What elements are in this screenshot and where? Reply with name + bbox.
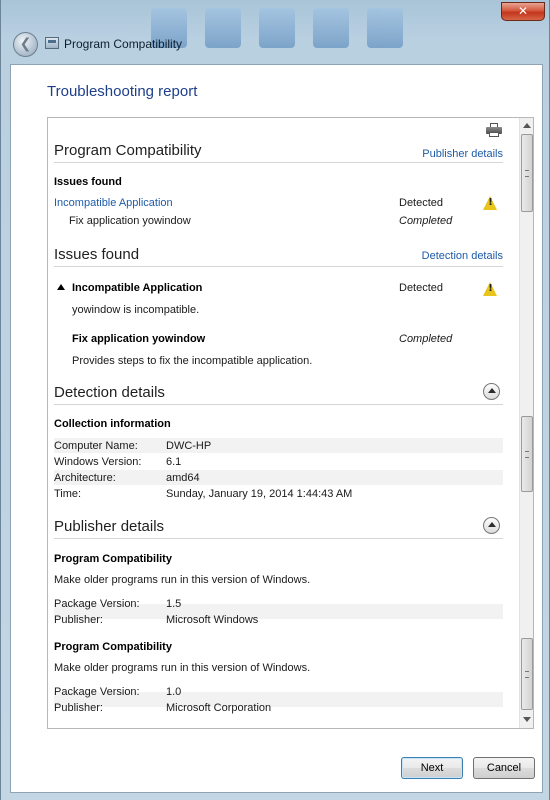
table-row-shade	[54, 470, 503, 485]
detail-label: Time:	[54, 488, 82, 500]
warning-icon	[483, 282, 498, 296]
detail-value: Sunday, January 19, 2014 1:44:43 AM	[166, 488, 353, 500]
issue-description: yowindow is incompatible.	[72, 304, 200, 316]
summary-status-completed: Completed	[399, 215, 453, 227]
next-button[interactable]: Next	[401, 757, 463, 779]
window-title: Program Compatibility	[64, 37, 183, 51]
section-divider	[54, 266, 503, 267]
package-version-value: 1.5	[166, 598, 182, 610]
expand-collapse-arrow-icon[interactable]	[57, 284, 65, 290]
detection-details-link[interactable]: Detection details	[422, 250, 503, 262]
issue-status: Detected	[399, 282, 444, 294]
cancel-button[interactable]: Cancel	[473, 757, 535, 779]
detection-section-title: Detection details	[54, 384, 165, 401]
scroll-up-arrow-icon[interactable]	[520, 118, 533, 134]
wizard-content: Troubleshooting report Program Compatibi…	[10, 64, 543, 793]
window-close-button[interactable]: ✕	[501, 2, 545, 21]
detail-label: Computer Name:	[54, 440, 138, 452]
scrollbar-thumb[interactable]	[521, 416, 533, 492]
warning-icon	[483, 196, 498, 210]
publisher-entry-description: Make older programs run in this version …	[54, 662, 311, 674]
summary-status-detected: Detected	[399, 197, 444, 209]
back-arrow-icon[interactable]: ❮	[13, 32, 38, 57]
publisher-section-title: Publisher details	[54, 518, 165, 535]
detail-value: DWC-HP	[166, 440, 212, 452]
publisher-entry-name: Program Compatibility	[54, 641, 172, 653]
publisher-details-link[interactable]: Publisher details	[422, 148, 503, 160]
troubleshooting-report-pane[interactable]: Program Compatibility Publisher details …	[47, 117, 534, 729]
vertical-scrollbar[interactable]	[519, 118, 533, 728]
issue-name: Incompatible Application	[72, 282, 203, 294]
scroll-down-arrow-icon[interactable]	[520, 712, 533, 728]
fix-status: Completed	[399, 333, 453, 345]
fix-name: Fix application yowindow	[72, 333, 206, 345]
window-frame: ✕ ❮ Program Compatibility Troubleshootin…	[0, 0, 550, 800]
issues-section-title: Issues found	[54, 246, 140, 263]
print-icon[interactable]	[486, 123, 502, 137]
publisher-label: Publisher:	[54, 702, 103, 714]
background-desktop-icons	[151, 8, 471, 58]
incompatible-application-link[interactable]: Incompatible Application	[54, 197, 173, 209]
collapse-icon[interactable]	[483, 517, 500, 534]
section-divider	[54, 538, 503, 539]
program-compatibility-icon	[45, 37, 59, 49]
scrollbar-thumb[interactable]	[521, 134, 533, 212]
summary-section-title: Program Compatibility	[54, 142, 202, 159]
detail-value: amd64	[166, 472, 200, 484]
detail-label: Architecture:	[54, 472, 116, 484]
publisher-entry-name: Program Compatibility	[54, 553, 172, 565]
page-heading: Troubleshooting report	[47, 83, 198, 100]
detail-value: 6.1	[166, 456, 182, 468]
collection-information-heading: Collection information	[54, 418, 171, 430]
publisher-value: Microsoft Corporation	[166, 702, 272, 714]
summary-fix-name: Fix application yowindow	[69, 215, 191, 227]
issues-found-label: Issues found	[54, 176, 122, 188]
section-divider	[54, 404, 503, 405]
publisher-label: Publisher:	[54, 614, 103, 626]
collapse-icon[interactable]	[483, 383, 500, 400]
fix-description: Provides steps to fix the incompatible a…	[72, 355, 313, 367]
detail-label: Windows Version:	[54, 456, 142, 468]
publisher-value: Microsoft Windows	[166, 614, 259, 626]
package-version-value: 1.0	[166, 686, 182, 698]
package-version-label: Package Version:	[54, 686, 140, 698]
section-divider	[54, 162, 503, 163]
scrollbar-thumb[interactable]	[521, 638, 533, 710]
package-version-label: Package Version:	[54, 598, 140, 610]
publisher-entry-description: Make older programs run in this version …	[54, 574, 311, 586]
